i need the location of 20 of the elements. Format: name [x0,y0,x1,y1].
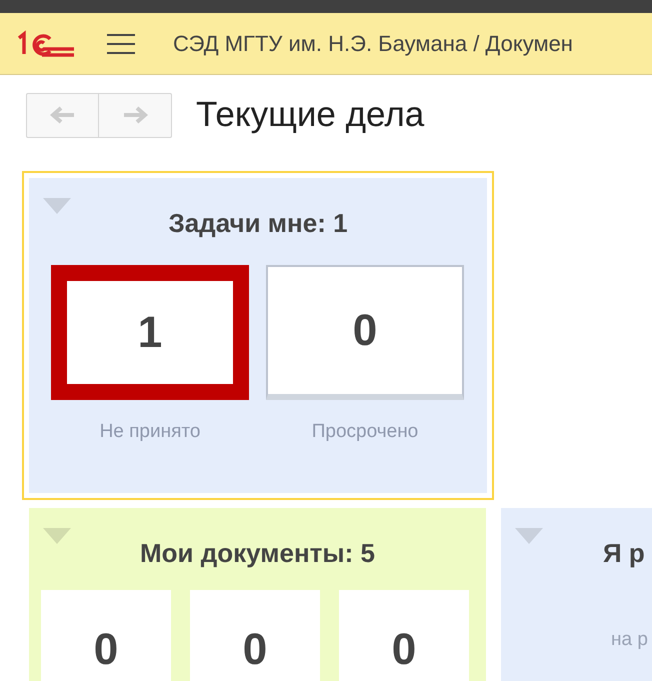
tile-label: Просрочено [312,420,418,444]
collapse-icon[interactable] [43,198,71,214]
app-title: СЭД МГТУ им. Н.Э. Баумана / Докумен [173,30,573,58]
counter-tile[interactable]: 0 [339,590,469,681]
collapse-icon[interactable] [515,528,543,544]
collapse-icon[interactable] [43,528,71,544]
tile-label: Не принято [100,420,200,444]
page-title: Текущие дела [196,94,424,136]
counter-tile[interactable]: 0 [41,590,171,681]
panel-title: Я р [603,537,645,570]
panel-title: Мои документы: 5 [139,537,376,570]
counter-tile[interactable]: 0 [266,265,464,400]
counter-tile[interactable]: 1 [51,265,249,400]
menu-icon[interactable] [106,32,136,56]
logo-icon [16,28,76,58]
counter-tile[interactable]: 0 [190,590,320,681]
right-arrow-icon [122,106,148,124]
panel-subtitle: на р [611,628,648,652]
left-arrow-icon [50,106,76,124]
panel-title: Задачи мне: 1 [167,207,349,240]
